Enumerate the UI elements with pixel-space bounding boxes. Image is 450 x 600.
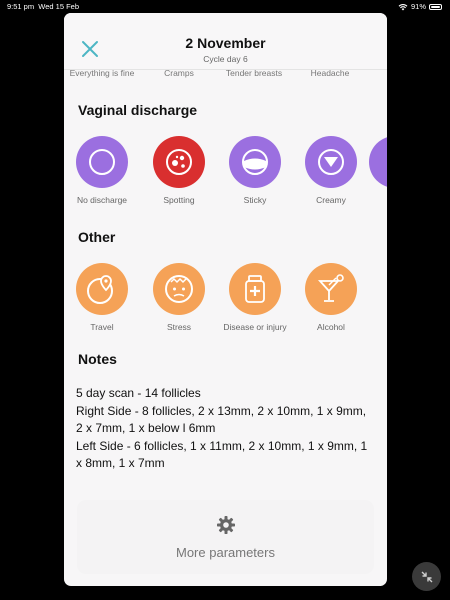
other-alcohol[interactable]: Alcohol [293,263,369,332]
status-time: 9:51 pm Wed 15 Feb [7,2,80,11]
stress-icon [153,263,205,315]
page-title: 2 November [185,35,266,51]
symptom-headache[interactable]: Headache [293,68,367,79]
notes-line: Left Side - 6 follicles, 1 x 11mm, 2 x 1… [76,438,368,471]
other-stress[interactable]: Stress [141,263,217,332]
collapse-icon [421,571,432,582]
creamy-icon [305,136,357,188]
wifi-icon [398,3,408,10]
cycle-day: Cycle day 6 [203,54,248,64]
battery-icon [429,3,442,10]
symptoms-row: Everything is fine Cramps Tender breasts… [64,68,387,92]
status-right: 91% [398,2,442,11]
gear-icon [217,516,235,534]
notes-title: Notes [78,351,117,367]
discharge-creamy[interactable]: Creamy [293,136,369,205]
notes-line: 5 day scan - 14 follicles [76,386,201,400]
battery-percent: 91% [410,2,426,11]
discharge-next-partial[interactable] [369,136,387,188]
other-travel[interactable]: Travel [64,263,140,332]
status-bar: 9:51 pm Wed 15 Feb 91% [0,0,450,12]
spotting-icon [153,136,205,188]
day-log-sheet: 2 November Cycle day 6 Everything is fin… [64,13,387,586]
notes-line: Right Side - 8 follicles, 2 x 13mm, 2 x … [76,403,367,436]
other-disease-injury[interactable]: Disease or injury [217,263,293,332]
partial-option-icon [369,136,387,188]
discharge-spotting[interactable]: Spotting [141,136,217,205]
notes-text[interactable]: 5 day scan - 14 follicles Right Side - 8… [76,385,376,473]
cocktail-icon [305,263,357,315]
medicine-icon [229,263,281,315]
discharge-title: Vaginal discharge [78,102,198,118]
travel-icon [76,263,128,315]
symptom-cramps[interactable]: Cramps [142,68,216,79]
other-title: Other [78,229,116,245]
sheet-header: 2 November Cycle day 6 [64,13,387,70]
discharge-sticky[interactable]: Sticky [217,136,293,205]
more-parameters-button[interactable]: More parameters [77,500,374,574]
sticky-icon [229,136,281,188]
more-parameters-label: More parameters [176,545,275,560]
no-discharge-icon [76,136,128,188]
collapse-button[interactable] [412,562,441,591]
discharge-no-discharge[interactable]: No discharge [64,136,140,205]
symptom-tender-breasts[interactable]: Tender breasts [217,68,291,79]
symptom-everything-fine[interactable]: Everything is fine [65,68,139,79]
